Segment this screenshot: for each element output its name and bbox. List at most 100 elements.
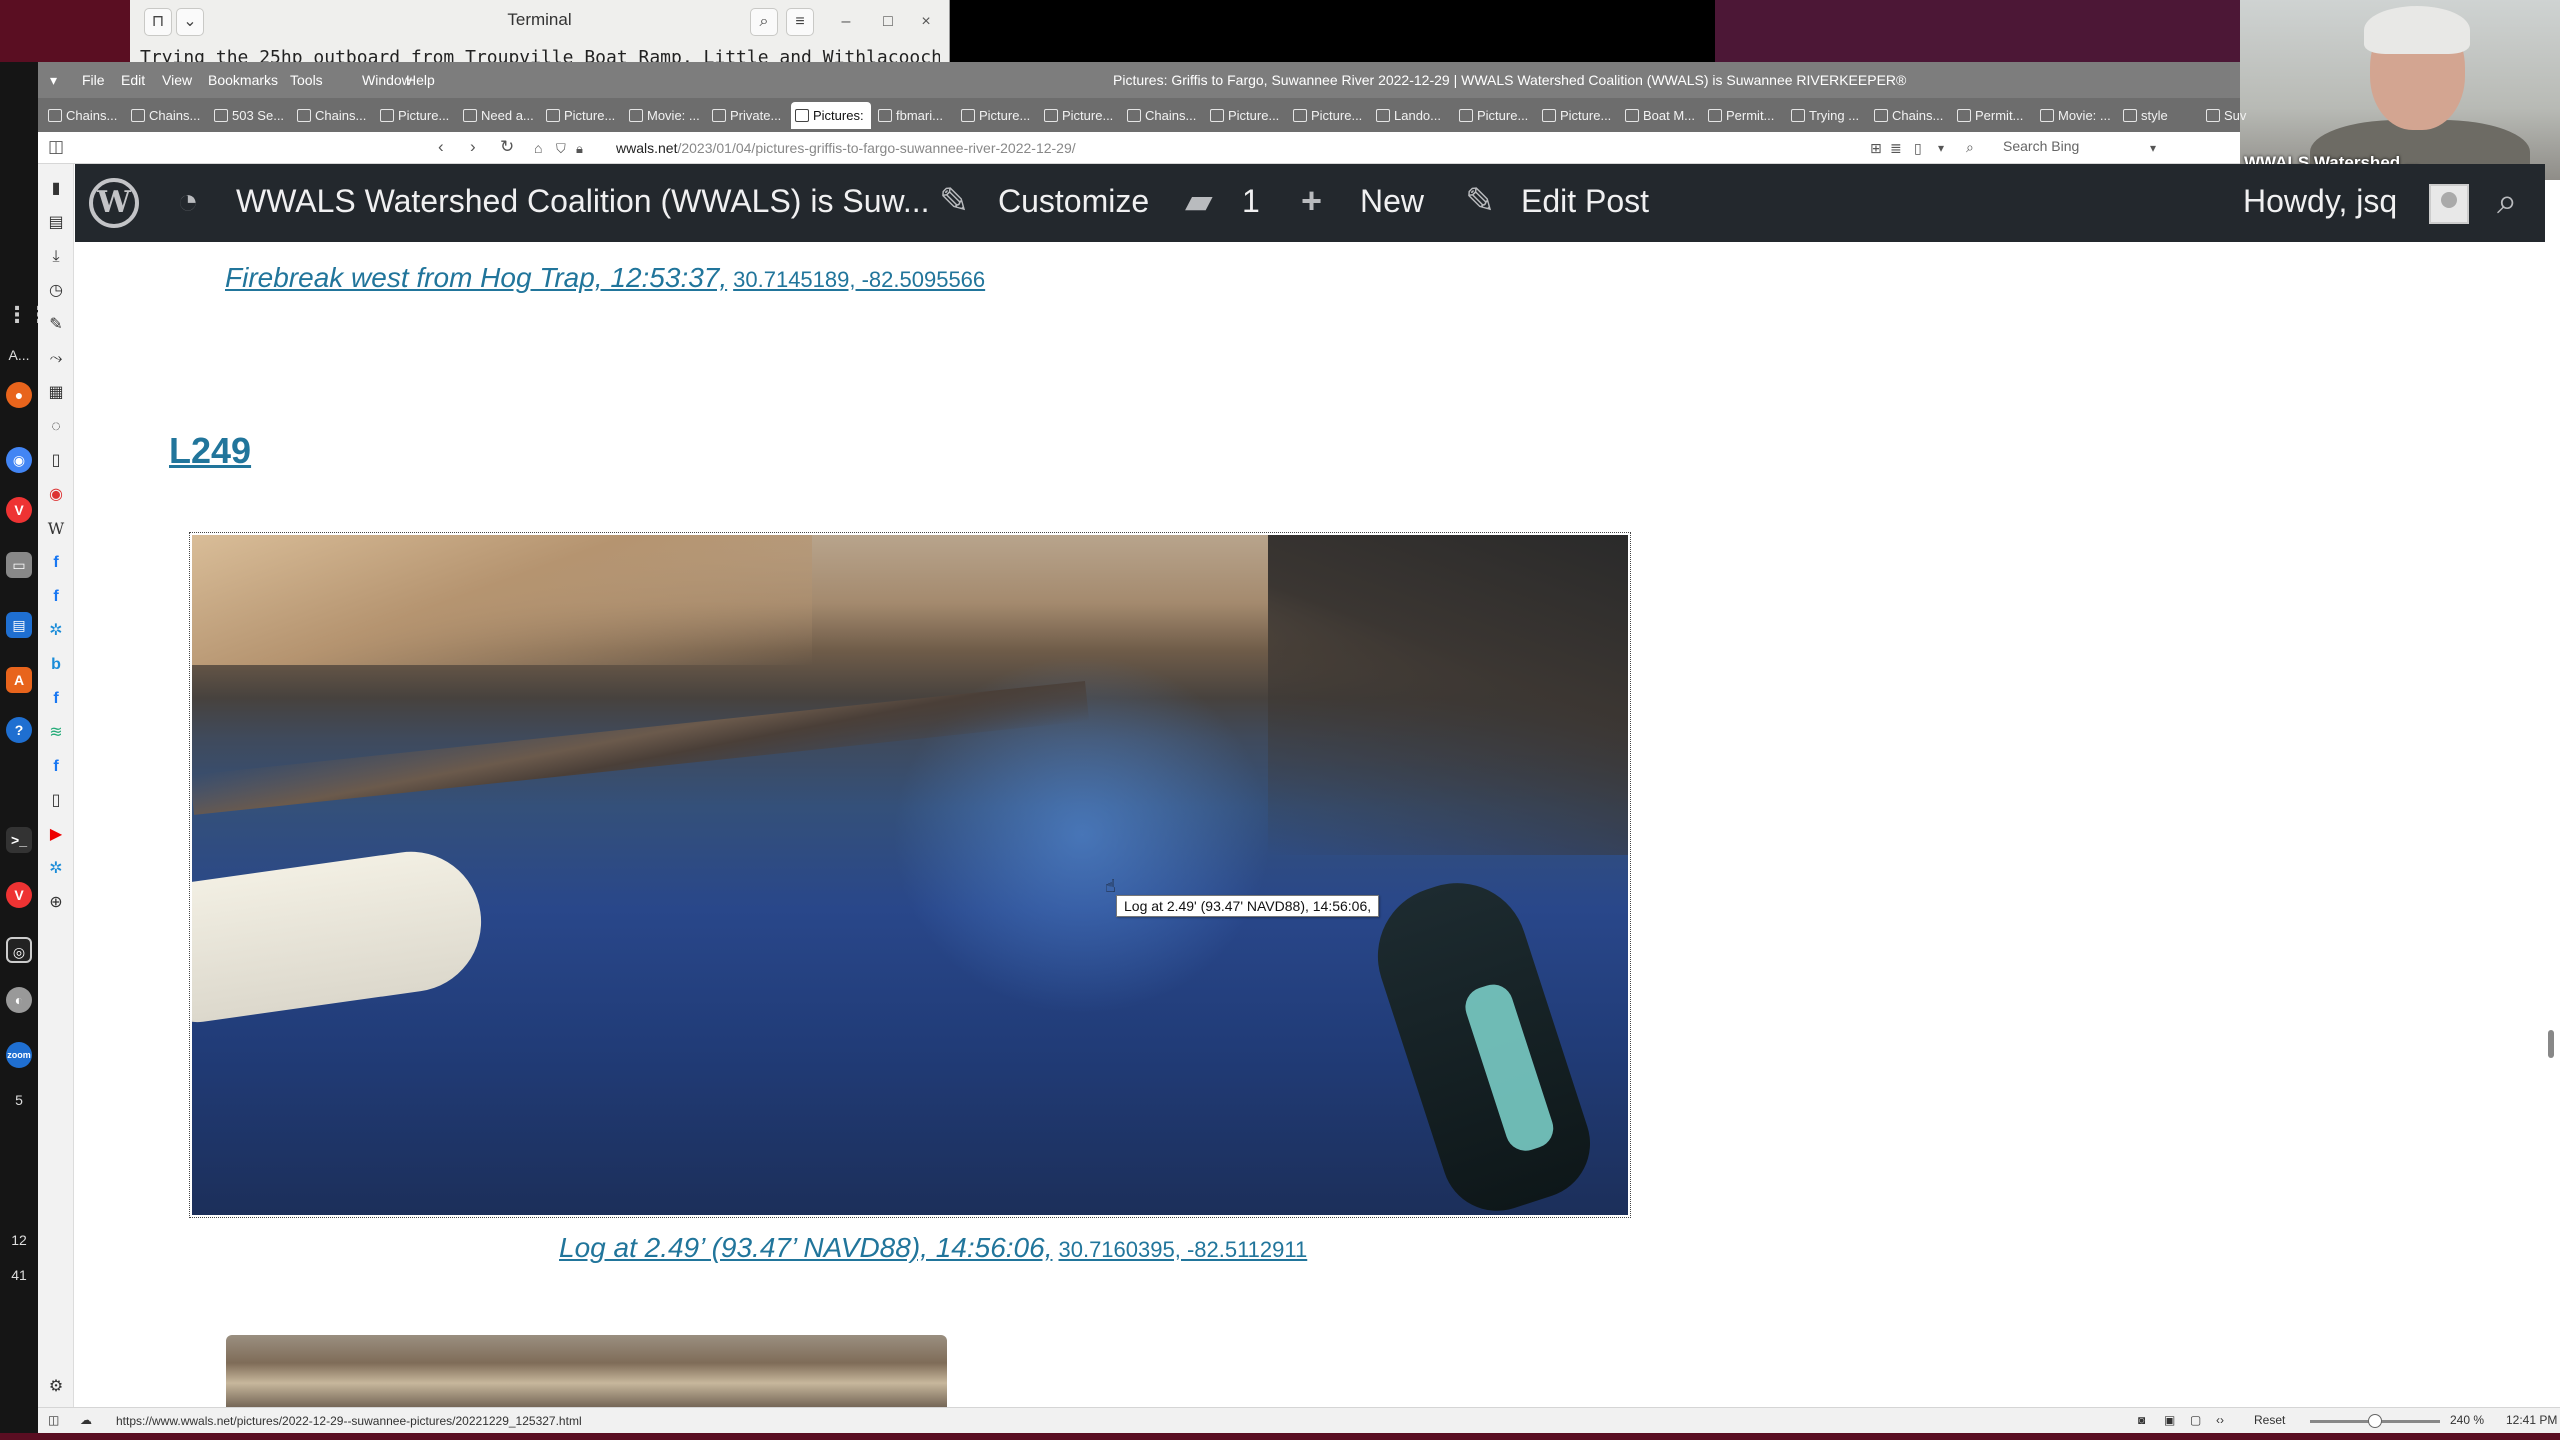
bluesky-icon[interactable]: ✲ [45,858,67,880]
coordinates-link[interactable]: 30.7160395, -82.5112911 [1058,1237,1307,1262]
hamburger-menu-icon[interactable]: ≡ [786,8,814,36]
add-panel-icon[interactable]: ⊕ [45,892,67,914]
browser-tab[interactable]: Need a... [459,102,539,129]
facebook-icon[interactable]: f [45,756,67,778]
reading-list-icon[interactable]: ▤ [45,212,67,234]
search-icon[interactable]: ⌕ [750,8,778,36]
home-icon[interactable]: ⌂ [534,140,542,156]
disk-icon[interactable]: ◐ [6,987,32,1013]
menu-file[interactable]: File [82,72,105,88]
browser-tab[interactable]: Chains... [1123,102,1203,129]
close-icon[interactable]: × [910,8,942,36]
cloud-icon[interactable]: ☁ [80,1413,92,1427]
browser-tab[interactable]: style [2119,102,2199,129]
comments-count[interactable]: 1 [1242,183,1260,220]
howdy-user[interactable]: Howdy, jsq [2243,183,2397,220]
menu-help[interactable]: Help [406,72,435,88]
browser-tab[interactable]: Chains... [127,102,207,129]
bluesky-icon[interactable]: ✲ [45,620,67,642]
browser-tab[interactable]: Picture... [376,102,456,129]
maximize-icon[interactable]: □ [872,8,904,36]
browser-tab[interactable]: Picture... [1455,102,1535,129]
photo-caption-link[interactable]: Firebreak west from Hog Trap, 12:53:37, 3… [225,262,985,294]
menu-edit[interactable]: Edit [121,72,145,88]
menu-view[interactable]: View [162,72,192,88]
browser-tab[interactable]: Private... [708,102,788,129]
browser-tab[interactable]: Chains... [293,102,373,129]
browser-tab[interactable]: fbmari... [874,102,954,129]
zoom-slider-knob[interactable] [2368,1414,2382,1428]
river-photo[interactable] [192,535,1628,1215]
browser-tab[interactable]: Boat M... [1621,102,1701,129]
menu-window[interactable]: Window [362,72,412,88]
browser-tab[interactable]: 503 Se... [210,102,290,129]
vivaldi-panel-icon[interactable]: ◉ [45,484,67,506]
browser-tab[interactable]: Picture... [1040,102,1120,129]
shield-icon[interactable]: ⛉ [556,141,566,157]
reload-icon[interactable]: ↻ [500,137,514,157]
browser-tab[interactable]: Permit... [1704,102,1784,129]
customize-link[interactable]: Customize [998,183,1149,220]
downloads-icon[interactable]: ⤓ [45,246,67,268]
search-input[interactable]: Search Bing [2003,138,2205,158]
coordinates-link[interactable]: 30.7145189, -82.5095566 [733,267,985,292]
page-icon[interactable]: ▯ [45,790,67,812]
image-toggle-icon[interactable]: ▣ [2164,1413,2175,1427]
terminal-icon[interactable]: >_ [6,827,32,853]
browser-tab[interactable]: Chains... [44,102,124,129]
search-engine-icon[interactable]: ⌕ [1966,139,1974,156]
rss-icon[interactable]: ⊞ [1870,140,1882,157]
translate-icon[interactable]: ⤳ [45,348,67,370]
browser-tab[interactable]: Suv [2202,102,2282,129]
search-dropdown-icon[interactable]: ▾ [2150,141,2156,155]
browser-tab[interactable]: Trying ... [1787,102,1867,129]
chrome-icon[interactable]: ◉ [6,447,32,473]
forward-icon[interactable]: › [470,137,476,157]
back-icon[interactable]: ‹ [438,137,444,157]
wordpress-logo-icon[interactable]: W [89,178,139,228]
vivaldi-alt-icon[interactable]: V [6,882,32,908]
zoom-reset-button[interactable]: Reset [2254,1413,2285,1427]
browser-tab[interactable]: Movie: ... [2036,102,2116,129]
app-grid-icon[interactable]: ⋮⋮ [6,302,50,328]
minimize-icon[interactable]: – [830,8,862,36]
edit-post-link[interactable]: Edit Post [1521,183,1649,220]
history-icon[interactable]: ◷ [45,280,67,302]
browser-tab[interactable]: Picture... [1538,102,1618,129]
reader-view-icon[interactable]: ≣ [1890,140,1902,157]
section-heading-link[interactable]: L249 [169,430,251,472]
scrollbar-thumb[interactable] [2548,1030,2554,1058]
facebook-icon[interactable]: f [45,688,67,710]
chat-icon[interactable]: ◌ [45,416,67,438]
notes-icon[interactable]: ✎ [45,314,67,336]
bing-icon[interactable]: b [45,654,67,676]
screenshot-icon[interactable]: ◎ [6,937,32,963]
search-icon[interactable]: ⌕ [2497,180,2517,223]
avatar[interactable] [2429,184,2469,224]
dashboard-gauge-icon[interactable]: ◔ [177,180,199,222]
wikipedia-icon[interactable]: W [45,518,67,540]
settings-gear-icon[interactable]: ⚙ [45,1376,67,1398]
new-link[interactable]: New [1360,183,1424,220]
panel-toggle-icon[interactable]: ◫ [48,1413,59,1427]
zoom-app-icon[interactable]: zoom [6,1042,32,1068]
chevron-down-icon[interactable]: ▾ [1938,141,1944,155]
help-icon[interactable]: ? [6,717,32,743]
firefox-icon[interactable]: ● [6,382,32,408]
photo-link-frame[interactable] [189,532,1631,1218]
software-store-icon[interactable]: A [6,667,32,693]
panel-toggle-icon[interactable]: ◫ [48,137,64,157]
code-icon[interactable]: ‹› [2216,1413,2224,1427]
browser-tab[interactable]: Lando... [1372,102,1452,129]
comments-icon[interactable]: ▰ [1185,180,1213,222]
photo-caption-link[interactable]: Log at 2.49’ (93.47’ NAVD88), 14:56:06, 3… [559,1232,1307,1264]
facebook-icon[interactable]: f [45,586,67,608]
customize-brush-icon[interactable]: ✎ [939,180,969,222]
bookmark-icon[interactable]: ▯ [1914,140,1922,157]
menu-bookmarks[interactable]: Bookmarks [208,72,278,88]
files-icon[interactable]: ▭ [6,552,32,578]
browser-tab[interactable]: Pictures: [791,102,871,129]
plus-icon[interactable]: + [1301,180,1322,222]
vivaldi-menu-icon[interactable]: ▾ [50,72,57,89]
bookmarks-panel-icon[interactable]: ▮ [45,178,67,200]
